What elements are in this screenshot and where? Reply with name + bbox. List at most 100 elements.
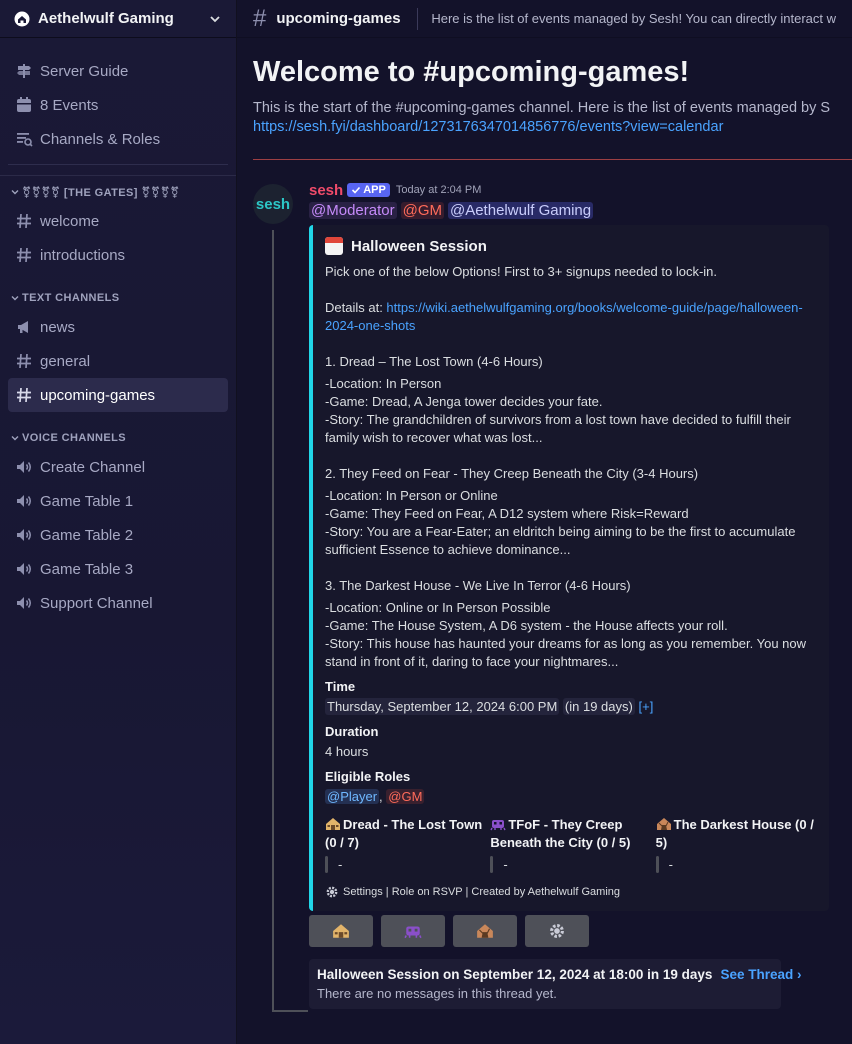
channel-label: Game Table 1 [40, 492, 134, 510]
channel-label: upcoming-games [40, 386, 156, 404]
rsvp-tfof-button[interactable] [381, 915, 445, 947]
calendar-link[interactable]: https://sesh.fyi/dashboard/1273176347014… [253, 119, 723, 135]
voice-channel-support[interactable]: Support Channel [8, 586, 228, 620]
category-text-channels[interactable]: TEXT CHANNELS [8, 286, 228, 310]
rsvp-option-name: Dread - The Lost Town (0 / 7) [325, 816, 484, 852]
signpost-icon [14, 61, 34, 81]
channel-introductions[interactable]: introductions [8, 238, 228, 272]
option-location: -Location: Online or In Person Possible [325, 600, 551, 615]
option-story: -Story: This house has haunted your drea… [325, 636, 807, 669]
event-settings-button[interactable] [525, 915, 589, 947]
alien-monster-icon [404, 926, 422, 939]
app-badge: APP [347, 183, 390, 197]
channel-general[interactable]: general [8, 344, 228, 378]
category-the-gates[interactable]: ⚧⚧⚧⚧ [THE GATES] ⚧⚧⚧⚧ [8, 180, 228, 204]
sidebar-item-events[interactable]: 8 Events [8, 88, 228, 122]
category-voice-channels[interactable]: VOICE CHANNELS [8, 426, 228, 450]
voice-channel-game-table-1[interactable]: Game Table 1 [8, 484, 228, 518]
mention-aethelwulf-gaming[interactable]: @Aethelwulf Gaming [447, 202, 594, 219]
channel-upcoming-games[interactable]: upcoming-games [8, 378, 228, 412]
rsvp-darkest-house-button[interactable] [453, 915, 517, 947]
avatar[interactable]: sesh [253, 184, 293, 224]
hash-icon [14, 385, 34, 405]
channel-title: upcoming-games [276, 10, 401, 27]
rsvp-option-name: The Darkest House (0 / 5) [656, 816, 815, 852]
voice-channel-game-table-2[interactable]: Game Table 2 [8, 518, 228, 552]
chevron-down-icon [10, 433, 20, 443]
option-3: 3. The Darkest House - We Live In Terror… [325, 577, 815, 671]
message-author[interactable]: sesh [309, 182, 343, 199]
option-heading: 3. The Darkest House - We Live In Terror… [325, 578, 631, 593]
channel-news[interactable]: news [8, 310, 228, 344]
role-gm[interactable]: @GM [386, 789, 425, 804]
alien-monster-icon [490, 817, 506, 831]
details-label: Details at: [325, 300, 387, 315]
chat-main: # upcoming-games Here is the list of eve… [237, 0, 852, 1044]
option-game: -Game: They Feed on Fear, A D12 system w… [325, 506, 689, 521]
thread-empty-text: There are no messages in this thread yet… [317, 986, 557, 1001]
voice-channel-create-channel[interactable]: Create Channel [8, 450, 228, 484]
chevron-down-icon [10, 293, 20, 303]
hash-icon [14, 211, 34, 231]
sidebar-item-label: Channels & Roles [40, 130, 161, 148]
channel-topic[interactable]: Here is the list of events managed by Se… [431, 11, 836, 26]
embed-description: Pick one of the below Options! First to … [325, 263, 815, 671]
channel-label: Game Table 2 [40, 526, 134, 544]
channel-label: introductions [40, 246, 126, 264]
channel-header: # upcoming-games Here is the list of eve… [237, 0, 852, 38]
speaker-icon [14, 525, 34, 545]
channel-label: general [40, 352, 91, 370]
details-link[interactable]: https://wiki.aethelwulfgaming.org/books/… [325, 300, 803, 333]
embed-intro: Pick one of the below Options! First to … [325, 264, 718, 279]
thread-preview[interactable]: Halloween Session on September 12, 2024 … [309, 959, 801, 1009]
hash-icon [14, 351, 34, 371]
channel-label: welcome [40, 212, 100, 230]
rsvp-dread-button[interactable] [309, 915, 373, 947]
avatar-text: sesh [255, 195, 291, 213]
hash-icon [14, 245, 34, 265]
server-sidebar: Aethelwulf Gaming Server Guide 8 Events [0, 0, 237, 1044]
rsvp-option-value: - [490, 856, 649, 873]
sidebar-item-label: 8 Events [40, 96, 99, 114]
speaker-icon [14, 457, 34, 477]
derelict-house-icon [656, 817, 672, 831]
rsvp-option-attendees: - [503, 857, 508, 872]
role-player[interactable]: @Player [325, 789, 380, 804]
time-timestamp[interactable]: Thursday, September 12, 2024 6:00 PM [325, 698, 560, 715]
option-heading: 1. Dread – The Lost Town (4-6 Hours) [325, 354, 543, 369]
thread-title-text: Halloween Session on September 12, 2024 … [317, 967, 713, 982]
server-header[interactable]: Aethelwulf Gaming [0, 0, 236, 38]
see-thread-link[interactable]: See Thread › [720, 967, 801, 982]
option-game: -Game: The House System, A D6 system - t… [325, 618, 728, 633]
mention-moderator[interactable]: @Moderator [309, 202, 397, 219]
app-badge-label: APP [363, 184, 386, 196]
gear-icon [325, 885, 339, 899]
chevron-down-icon[interactable] [208, 12, 222, 26]
welcome-title: Welcome to #upcoming-games! [253, 56, 690, 88]
rsvp-option-darkest-house: The Darkest House (0 / 5) - [655, 816, 815, 873]
welcome-text: This is the start of the #upcoming-games… [253, 100, 831, 116]
channel-welcome[interactable]: welcome [8, 204, 228, 238]
option-story: -Story: You are a Fear-Eater; an eldritc… [325, 524, 796, 557]
thread-spine [272, 230, 274, 1012]
rsvp-option-value: - [655, 856, 815, 873]
sidebar-item-server-guide[interactable]: Server Guide [8, 54, 228, 88]
embed-footer-text: Settings | Role on RSVP | Created by Aet… [343, 886, 620, 898]
rsvp-option-tfof: TFoF - They Creep Beneath the City (0 / … [490, 816, 649, 873]
mention-gm[interactable]: @GM [400, 202, 444, 219]
server-name: Aethelwulf Gaming [38, 10, 174, 27]
embed-details: Details at: https://wiki.aethelwulfgamin… [325, 299, 815, 335]
embed-title: Halloween Session [325, 237, 815, 255]
chevron-down-icon [10, 187, 20, 197]
time-relative[interactable]: in 19 days [569, 699, 628, 714]
rsvp-options: Dread - The Lost Town (0 / 7) - TFoF - T… [325, 816, 815, 873]
voice-channel-game-table-3[interactable]: Game Table 3 [8, 552, 228, 586]
add-to-calendar-link[interactable]: [+] [638, 699, 653, 714]
speaker-icon [14, 559, 34, 579]
option-location: -Location: In Person or Online [325, 488, 498, 503]
rsvp-option-label: The Darkest House (0 / 5) [655, 817, 814, 850]
thread-spine-branch [272, 1010, 308, 1012]
category-label: TEXT CHANNELS [22, 292, 120, 304]
sidebar-item-channels-roles[interactable]: Channels & Roles [8, 122, 228, 156]
rsvp-option-attendees: - [338, 857, 343, 872]
